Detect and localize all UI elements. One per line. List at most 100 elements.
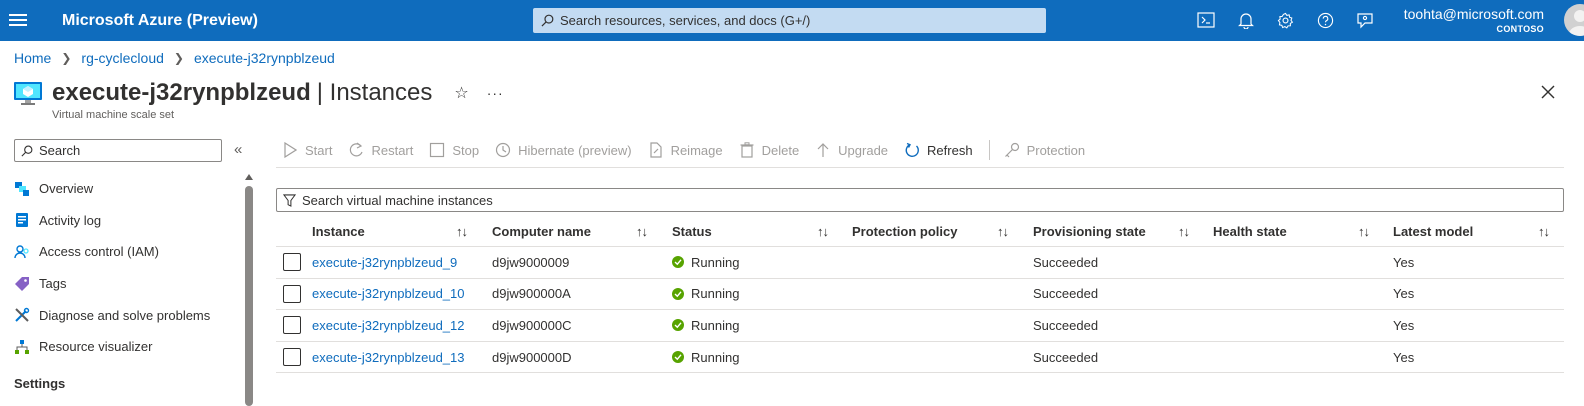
overview-icon: [14, 181, 30, 197]
table-row: execute-j32rynpblzeud_10 d9jw900000A Run…: [276, 279, 1564, 311]
collapse-sidebar-icon[interactable]: «: [234, 141, 242, 158]
breadcrumb-resource[interactable]: execute-j32rynpblzeud: [194, 50, 335, 66]
computer-name: d9jw900000A: [492, 286, 571, 302]
table-header-row: Instance ↑↓ Computer name ↑↓ Status ↑↓ P…: [276, 216, 1564, 247]
hamburger-menu-icon[interactable]: [9, 11, 27, 29]
status-text: Running: [691, 349, 740, 365]
sidebar-item-diagnose[interactable]: Diagnose and solve problems: [14, 299, 210, 331]
reimage-button[interactable]: Reimage: [648, 142, 723, 158]
top-bar: Microsoft Azure (Preview) Search resourc…: [0, 0, 1584, 41]
key-icon: [1004, 142, 1020, 158]
instance-link[interactable]: execute-j32rynpblzeud_12: [312, 310, 465, 341]
latest-model: Yes: [1393, 349, 1415, 365]
restart-icon: [348, 142, 364, 158]
delete-button[interactable]: Delete: [739, 142, 800, 158]
chevron-right-icon: ❯: [173, 51, 184, 65]
sort-icon[interactable]: ↑↓: [636, 216, 648, 246]
sort-icon[interactable]: ↑↓: [456, 216, 468, 246]
start-button[interactable]: Start: [282, 142, 332, 158]
iam-icon: [14, 244, 30, 260]
clock-icon: [495, 142, 511, 158]
computer-name: d9jw9000009: [492, 254, 570, 270]
latest-model: Yes: [1393, 286, 1415, 302]
row-checkbox[interactable]: [283, 316, 301, 335]
wrench-icon: [14, 307, 30, 323]
status-cell: Running: [672, 247, 739, 278]
blade-title: | Instances: [316, 79, 433, 106]
favorite-star-icon[interactable]: ☆: [454, 83, 468, 103]
sidebar-nav: Overview Activity log Access control (IA…: [14, 173, 210, 363]
breadcrumb-home[interactable]: Home: [14, 50, 51, 66]
restart-button[interactable]: Restart: [348, 142, 413, 158]
play-icon: [282, 142, 298, 158]
provisioning-state: Succeeded: [1033, 317, 1099, 333]
stop-icon: [429, 142, 445, 158]
column-header-protection-policy[interactable]: Protection policy: [852, 216, 957, 246]
sort-icon[interactable]: ↑↓: [1178, 216, 1190, 246]
column-header-status[interactable]: Status: [672, 216, 712, 246]
column-header-provisioning-state[interactable]: Provisioning state: [1033, 216, 1146, 246]
reimage-icon: [648, 142, 664, 158]
breadcrumb: Home ❯ rg-cyclecloud ❯ execute-j32rynpbl…: [14, 50, 335, 66]
divider: [276, 167, 1564, 168]
sidebar-item-activity-log[interactable]: Activity log: [14, 205, 210, 237]
scrollbar-thumb[interactable]: [245, 186, 253, 406]
close-icon[interactable]: [1540, 84, 1556, 100]
status-cell: Running: [672, 279, 739, 310]
column-header-latest-model[interactable]: Latest model: [1393, 216, 1473, 246]
sort-icon[interactable]: ↑↓: [1358, 216, 1370, 246]
notifications-bell-icon[interactable]: [1236, 10, 1256, 30]
breadcrumb-resource-group[interactable]: rg-cyclecloud: [81, 50, 163, 66]
instance-link[interactable]: execute-j32rynpblzeud_13: [312, 342, 465, 373]
status-text: Running: [691, 317, 740, 333]
sidebar-item-resource-visualizer[interactable]: Resource visualizer: [14, 331, 210, 363]
sidebar-item-label: Access control (IAM): [39, 244, 159, 260]
sidebar-search-input[interactable]: Search: [14, 139, 222, 162]
settings-gear-icon[interactable]: [1275, 10, 1295, 30]
sort-icon[interactable]: ↑↓: [997, 216, 1009, 246]
stop-button[interactable]: Stop: [429, 142, 479, 158]
sidebar-section-settings: Settings: [14, 376, 66, 391]
search-icon: [21, 145, 33, 157]
feedback-icon[interactable]: [1355, 10, 1375, 30]
instances-table: Instance ↑↓ Computer name ↑↓ Status ↑↓ P…: [276, 216, 1564, 374]
upgrade-button[interactable]: Upgrade: [815, 142, 888, 158]
column-header-instance[interactable]: Instance: [312, 216, 365, 246]
instance-link[interactable]: execute-j32rynpblzeud_9: [312, 247, 457, 278]
sidebar-search-placeholder: Search: [39, 143, 81, 158]
row-checkbox[interactable]: [283, 253, 301, 272]
column-header-health-state[interactable]: Health state: [1213, 216, 1287, 246]
instances-filter-input[interactable]: Search virtual machine instances: [276, 188, 1564, 212]
column-header-computer-name[interactable]: Computer name: [492, 216, 591, 246]
activity-log-icon: [14, 212, 30, 228]
sort-icon[interactable]: ↑↓: [817, 216, 829, 246]
hibernate-button[interactable]: Hibernate (preview): [495, 142, 632, 158]
global-search-input[interactable]: Search resources, services, and docs (G+…: [533, 8, 1046, 33]
delete-label: Delete: [761, 142, 800, 158]
instance-link[interactable]: execute-j32rynpblzeud_10: [312, 279, 465, 310]
cloud-shell-icon[interactable]: [1196, 10, 1216, 30]
sidebar-item-tags[interactable]: Tags: [14, 268, 210, 300]
tag-icon: [14, 276, 30, 292]
sidebar-item-label: Tags: [39, 276, 67, 292]
arrow-up-icon: [815, 142, 831, 158]
computer-name: d9jw900000D: [492, 349, 572, 365]
sort-icon[interactable]: ↑↓: [1538, 216, 1550, 246]
filter-icon: [283, 193, 296, 207]
sidebar-item-access-control[interactable]: Access control (IAM): [14, 236, 210, 268]
row-checkbox[interactable]: [283, 284, 301, 303]
protection-button[interactable]: Protection: [1004, 142, 1085, 158]
check-circle-icon: [672, 351, 684, 364]
sidebar-item-overview[interactable]: Overview: [14, 173, 210, 205]
table-row: execute-j32rynpblzeud_9 d9jw9000009 Runn…: [276, 247, 1564, 279]
more-options-icon[interactable]: ···: [487, 85, 504, 101]
avatar[interactable]: [1564, 4, 1584, 36]
refresh-button[interactable]: Refresh: [904, 142, 973, 158]
account-menu[interactable]: toohta@microsoft.com CONTOSO: [1404, 6, 1544, 34]
sidebar-scrollbar[interactable]: [245, 172, 253, 406]
sidebar-item-label: Diagnose and solve problems: [39, 307, 211, 323]
portal-brand[interactable]: Microsoft Azure (Preview): [62, 12, 258, 30]
help-icon[interactable]: [1315, 10, 1335, 30]
scroll-up-arrow-icon[interactable]: [245, 174, 253, 180]
row-checkbox[interactable]: [283, 348, 301, 367]
